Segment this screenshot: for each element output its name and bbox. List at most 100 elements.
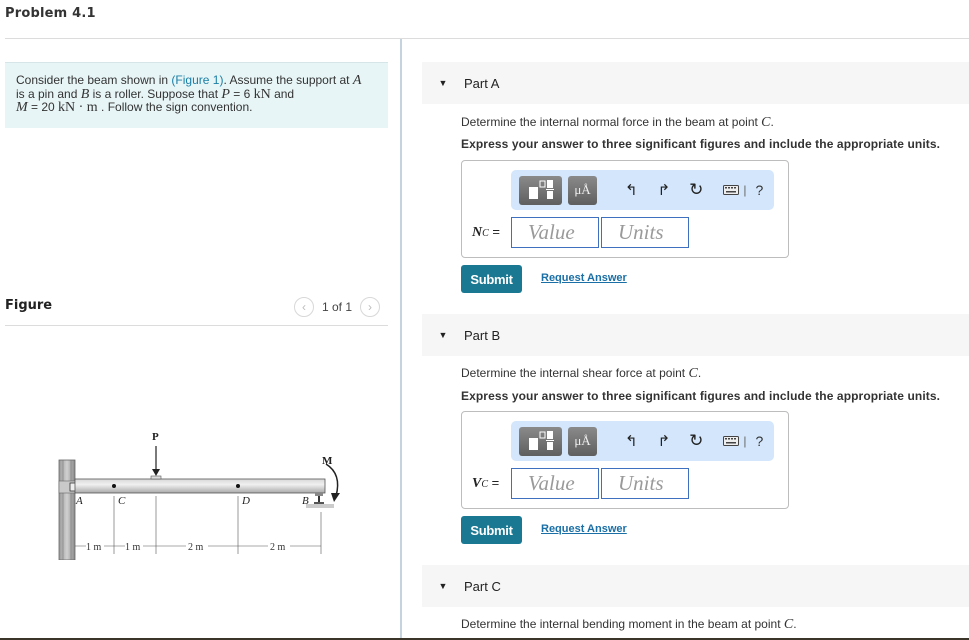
keyboard-icon[interactable] xyxy=(723,185,740,195)
m-unit: kN · m xyxy=(58,100,98,115)
part-a-answer-box: μÅ ↰ ↱ ↻ | ? NC = Value Units xyxy=(461,160,789,258)
dim-label-1: 1 m xyxy=(86,542,102,553)
part-c-question: Determine the internal bending moment in… xyxy=(461,617,797,633)
math-toolbar: μÅ ↰ ↱ ↻ | ? xyxy=(511,170,774,210)
m-value: = 20 xyxy=(27,100,59,114)
templates-icon xyxy=(528,180,554,199)
value-input[interactable]: Value xyxy=(511,217,599,248)
vc-label: VC = xyxy=(472,475,499,492)
undo-icon[interactable]: ↰ xyxy=(625,432,638,450)
prompt-text: . Assume the support at xyxy=(223,73,353,87)
part-b-instruction: Express your answer to three significant… xyxy=(461,389,941,403)
part-a-question: Determine the internal normal force in t… xyxy=(461,115,774,131)
prompt-text: . Follow the sign convention. xyxy=(97,100,253,114)
p-unit: kN xyxy=(253,86,271,102)
question-text: . xyxy=(697,366,702,380)
var-a: A xyxy=(352,73,362,88)
moment-arrow-m xyxy=(325,463,339,497)
prompt-text: is a pin and xyxy=(16,86,81,101)
units-button[interactable]: μÅ xyxy=(568,175,597,205)
units-input[interactable]: Units xyxy=(601,217,689,248)
part-c-header[interactable]: ▼ Part C xyxy=(422,565,969,607)
question-text: . xyxy=(770,115,774,129)
templates-button[interactable] xyxy=(519,426,562,456)
point-c xyxy=(112,484,116,488)
roller-support-b xyxy=(306,493,334,508)
label-m: M xyxy=(322,455,333,467)
reset-icon[interactable]: ↻ xyxy=(689,180,703,200)
problem-title: Problem 4.1 xyxy=(5,6,96,21)
part-b-answer-box: μÅ ↰ ↱ ↻ | ? VC = Value Units xyxy=(461,411,789,509)
eq-symbol: V xyxy=(472,476,482,491)
prompt-text: is a roller. Suppose that xyxy=(89,86,222,101)
reset-icon[interactable]: ↻ xyxy=(689,431,703,451)
nc-label: NC = xyxy=(472,224,500,241)
figure-divider xyxy=(5,325,388,326)
dim-label-2: 1 m xyxy=(125,542,141,553)
help-icon[interactable]: ? xyxy=(756,433,764,449)
question-var: C xyxy=(783,617,794,632)
figure-prev-button[interactable]: ‹ xyxy=(294,297,314,317)
units-icon: μÅ xyxy=(574,433,591,448)
question-text: . xyxy=(793,617,797,631)
part-b-title: Part B xyxy=(464,327,501,343)
caret-down-icon: ▼ xyxy=(438,330,448,340)
eq-subscript: C xyxy=(481,479,489,490)
p-value: = 6 xyxy=(229,86,254,101)
caret-down-icon: ▼ xyxy=(438,78,448,88)
undo-icon[interactable]: ↰ xyxy=(625,181,638,199)
keyboard-icon[interactable] xyxy=(723,436,740,446)
units-button[interactable]: μÅ xyxy=(568,426,597,456)
eq-sign: = xyxy=(488,224,501,239)
part-c-title: Part C xyxy=(464,578,501,594)
wall-support xyxy=(58,459,76,560)
question-var: C xyxy=(761,115,771,130)
problem-prompt: Consider the beam shown in (Figure 1). A… xyxy=(5,62,388,128)
part-b-header[interactable]: ▼ Part B xyxy=(422,314,969,356)
var-m: M xyxy=(16,100,28,115)
value-input[interactable]: Value xyxy=(511,468,599,499)
redo-icon[interactable]: ↱ xyxy=(658,181,671,199)
math-toolbar: μÅ ↰ ↱ ↻ | ? xyxy=(511,421,774,461)
dim-label-4: 2 m xyxy=(270,542,286,553)
figure-next-button[interactable]: › xyxy=(360,297,381,317)
redo-icon[interactable]: ↱ xyxy=(658,432,671,450)
toolbar-separator: | xyxy=(743,183,747,197)
part-a-instruction: Express your answer to three significant… xyxy=(461,137,941,151)
toolbar-separator: | xyxy=(743,434,747,448)
eq-sign: = xyxy=(488,475,500,490)
part-a-submit-button[interactable]: Submit xyxy=(461,265,522,293)
units-input[interactable]: Units xyxy=(601,468,689,499)
templates-button[interactable] xyxy=(519,175,562,205)
figure-link[interactable]: (Figure 1) xyxy=(171,73,223,87)
point-d xyxy=(236,484,240,488)
figure-pager: ‹ 1 of 1 › xyxy=(294,297,381,317)
beam-figure: P M A C D B 1 m 1 m 2 m 2 m xyxy=(58,431,340,560)
label-c: C xyxy=(118,495,126,507)
label-a: A xyxy=(75,495,83,507)
eq-subscript: C xyxy=(482,228,489,239)
label-d: D xyxy=(241,495,250,507)
help-icon[interactable]: ? xyxy=(756,182,764,198)
part-a-title: Part A xyxy=(464,75,500,91)
part-b-question: Determine the internal shear force at po… xyxy=(461,366,701,382)
dim-label-3: 2 m xyxy=(188,542,204,553)
question-text: Determine the internal normal force in t… xyxy=(461,115,762,129)
part-a-request-answer-link[interactable]: Request Answer xyxy=(541,272,627,284)
label-p: P xyxy=(152,431,159,443)
label-b: B xyxy=(302,495,309,507)
chevron-right-icon: › xyxy=(368,300,373,314)
prompt-text: and xyxy=(270,86,295,101)
question-text: Determine the internal shear force at po… xyxy=(461,366,689,380)
figure-label: Figure xyxy=(5,298,53,313)
eq-symbol: N xyxy=(472,225,483,240)
part-b-request-answer-link[interactable]: Request Answer xyxy=(541,523,627,535)
part-b-submit-button[interactable]: Submit xyxy=(461,516,522,544)
question-text: Determine the internal bending moment in… xyxy=(461,617,784,631)
prompt-text: Consider the beam shown in xyxy=(16,73,172,87)
part-a-header[interactable]: ▼ Part A xyxy=(422,62,969,104)
column-divider[interactable] xyxy=(400,39,402,640)
units-icon: μÅ xyxy=(574,182,591,197)
figure-page-count: 1 of 1 xyxy=(322,300,353,314)
caret-down-icon: ▼ xyxy=(438,581,448,591)
